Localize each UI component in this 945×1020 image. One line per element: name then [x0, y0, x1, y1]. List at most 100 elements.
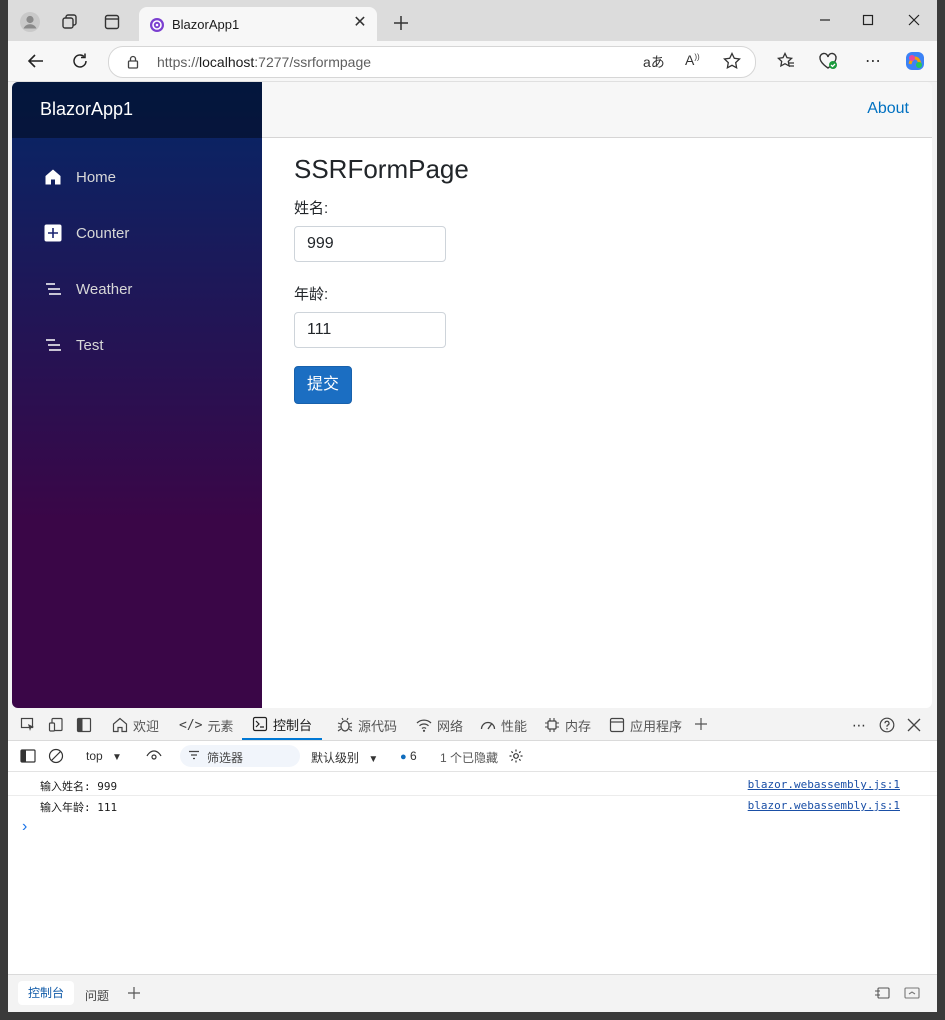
brand-bar: BlazorApp1: [12, 82, 262, 138]
dock-icon: [875, 987, 890, 999]
address-bar[interactable]: https://localhost:7277/ssrformpage aあ A)…: [108, 46, 756, 78]
tab-strip: BlazorApp1 ✕: [8, 0, 937, 41]
drawer-tab-console[interactable]: 控制台: [18, 981, 75, 1005]
nav-item-weather[interactable]: Weather: [12, 269, 262, 309]
refresh-button[interactable]: [66, 47, 94, 75]
favorite-star-icon[interactable]: [723, 52, 741, 70]
console-message: 输入姓名: 999 blazor.webassembly.js:1: [8, 775, 937, 796]
nav-label: Counter: [76, 225, 130, 242]
copilot-icon: [906, 52, 924, 70]
drawer-collapse-button[interactable]: [898, 979, 926, 1007]
drawer-add-tab-button[interactable]: [120, 979, 148, 1007]
devtools-tab-welcome[interactable]: 欢迎: [112, 710, 159, 740]
collections-button[interactable]: [56, 8, 84, 36]
tab-actions-icon: [104, 14, 120, 30]
log-level-selector[interactable]: 默认级别 ▼: [311, 749, 378, 766]
browser-tab-active[interactable]: BlazorApp1 ✕: [139, 7, 377, 41]
more-tools-button[interactable]: [687, 710, 715, 738]
live-expression-button[interactable]: [140, 742, 168, 770]
nav-label: Home: [76, 169, 117, 186]
back-button[interactable]: [22, 47, 50, 75]
devtools-tab-console[interactable]: 控制台: [242, 710, 323, 740]
devtools-tab-memory[interactable]: 内存: [544, 710, 591, 740]
devtools-tab-application[interactable]: 应用程序: [609, 710, 682, 740]
gear-icon: [509, 749, 523, 763]
more-icon: ⋯: [852, 716, 866, 733]
clear-console-button[interactable]: [42, 742, 70, 770]
device-emulation-button[interactable]: [42, 711, 70, 739]
clear-icon: [48, 748, 64, 764]
nav-label: Weather: [76, 281, 133, 298]
favorites-icon: [777, 52, 794, 68]
translate-icon[interactable]: aあ: [643, 52, 665, 72]
sidebar-toggle-icon: [76, 717, 92, 733]
console-settings-button[interactable]: [502, 742, 530, 770]
page-title: SSRFormPage: [294, 154, 469, 184]
close-devtools-button[interactable]: [900, 711, 928, 739]
devtools-tab-bar: 欢迎 </> 元素 控制台 源代码 网络 性能 内存 应用程序 ⋯: [8, 710, 937, 741]
plus-square-icon: [44, 224, 62, 242]
minimize-icon: [820, 19, 830, 21]
console-toolbar: top ▼ 筛选器 默认级别 ▼ ● 6 1 个已隐藏: [8, 741, 937, 772]
copilot-button[interactable]: [901, 47, 929, 75]
filter-icon: [188, 749, 200, 761]
sidebar-toggle-icon: [20, 749, 36, 763]
arrow-left-icon: [27, 54, 43, 68]
devtools-tab-network[interactable]: 网络: [416, 710, 463, 740]
browser-essentials-button[interactable]: [814, 47, 842, 75]
favorites-button[interactable]: [772, 47, 800, 75]
devtools-tab-performance[interactable]: 性能: [480, 710, 527, 740]
home-icon: [112, 717, 128, 733]
console-prompt[interactable]: ›: [22, 818, 27, 836]
console-sidebar-button[interactable]: [14, 742, 42, 770]
close-window-button[interactable]: [891, 6, 937, 34]
devtools-tab-sources[interactable]: 源代码: [337, 710, 397, 740]
devtools-more-button[interactable]: ⋯: [845, 711, 873, 739]
name-input[interactable]: [294, 226, 446, 262]
submit-button[interactable]: 提交: [294, 366, 352, 404]
caret-down-icon: ▼: [368, 754, 379, 765]
help-button[interactable]: [873, 711, 901, 739]
source-link[interactable]: blazor.webassembly.js:1: [748, 778, 900, 791]
plus-icon: [128, 987, 140, 999]
list-icon: [44, 280, 62, 298]
heart-pulse-icon: [819, 52, 837, 69]
page-viewport: BlazorApp1 Home Counter Weather Test Abo…: [12, 82, 932, 708]
maximize-button[interactable]: [845, 6, 891, 34]
drawer-tab-issues[interactable]: 问题: [85, 987, 109, 1004]
nav-label: Test: [76, 337, 104, 354]
source-link[interactable]: blazor.webassembly.js:1: [748, 799, 900, 812]
devtools-drawer-bar: 控制台 问题: [8, 974, 937, 1012]
tab-actions-button[interactable]: [98, 8, 126, 36]
devtools-panel: 欢迎 </> 元素 控制台 源代码 网络 性能 内存 应用程序 ⋯ top ▼ …: [8, 710, 937, 1012]
minimize-button[interactable]: [802, 6, 848, 34]
about-link[interactable]: About: [867, 100, 909, 118]
age-input[interactable]: [294, 312, 446, 348]
context-selector[interactable]: top ▼: [86, 749, 122, 763]
more-icon: ⋯: [865, 53, 881, 70]
brand-link[interactable]: BlazorApp1: [40, 99, 133, 120]
url-text[interactable]: https://localhost:7277/ssrformpage: [157, 54, 371, 70]
more-menu-button[interactable]: ⋯: [859, 47, 887, 75]
inspect-element-button[interactable]: [14, 711, 42, 739]
profile-icon: [20, 12, 40, 32]
drawer-dock-button[interactable]: [868, 979, 896, 1007]
dock-side-button[interactable]: [70, 711, 98, 739]
profile-avatar[interactable]: [16, 8, 44, 36]
collections-icon: [62, 14, 77, 29]
collapse-drawer-icon: [904, 987, 920, 999]
devtools-tab-elements[interactable]: </> 元素: [179, 710, 234, 740]
lock-icon[interactable]: [127, 55, 139, 69]
tab-title: BlazorApp1: [172, 17, 240, 32]
message-count-badge[interactable]: ● 6: [400, 749, 417, 763]
nav-item-test[interactable]: Test: [12, 325, 262, 365]
new-tab-button[interactable]: [387, 9, 415, 37]
filter-input[interactable]: 筛选器: [180, 745, 300, 767]
list-icon: [44, 336, 62, 354]
maximize-icon: [862, 14, 874, 26]
nav-item-counter[interactable]: Counter: [12, 213, 262, 253]
nav-item-home[interactable]: Home: [12, 157, 262, 197]
read-aloud-icon[interactable]: A)): [685, 52, 700, 68]
gauge-icon: [480, 717, 496, 733]
tab-close-icon[interactable]: ✕: [351, 14, 369, 32]
